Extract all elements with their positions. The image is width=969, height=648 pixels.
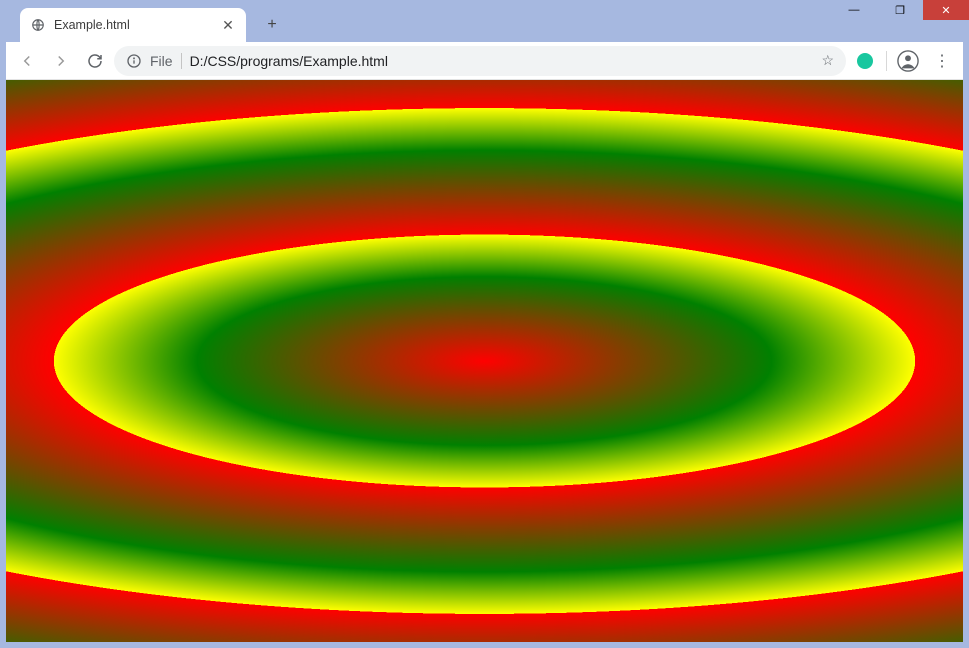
extension-button[interactable] [850,46,880,76]
extension-icon [857,53,873,69]
profile-button[interactable] [893,46,923,76]
arrow-left-icon [18,52,36,70]
new-tab-button[interactable]: + [258,11,286,39]
address-bar[interactable]: File ☆ [114,46,846,76]
tab-close-button[interactable]: ✕ [220,17,236,33]
forward-button[interactable] [46,46,76,76]
globe-icon [30,17,46,33]
browser-toolbar: File ☆ ⋮ [6,42,963,80]
star-icon: ☆ [821,52,834,68]
user-icon [897,50,919,72]
window-close-button[interactable]: ✕ [923,0,969,20]
minimize-icon: — [849,4,860,16]
window-minimize-button[interactable]: — [831,0,877,20]
browser-tab[interactable]: Example.html ✕ [20,8,246,42]
tab-strip: Example.html ✕ + [20,8,769,42]
chrome-menu-button[interactable]: ⋮ [927,46,957,76]
tab-title: Example.html [54,18,220,32]
kebab-icon: ⋮ [934,51,950,71]
page-content [6,80,963,642]
arrow-right-icon [52,52,70,70]
url-scheme-label: File [150,53,173,69]
reload-button[interactable] [80,46,110,76]
info-icon[interactable] [126,53,142,69]
window-maximize-button[interactable]: ❐ [877,0,923,20]
url-separator [181,53,182,69]
back-button[interactable] [12,46,42,76]
bookmark-button[interactable]: ☆ [821,52,834,69]
url-input[interactable] [190,53,814,69]
reload-icon [86,52,104,70]
plus-icon: + [267,16,276,34]
maximize-icon: ❐ [895,4,905,17]
toolbar-separator [886,51,887,71]
close-icon: ✕ [941,4,950,17]
